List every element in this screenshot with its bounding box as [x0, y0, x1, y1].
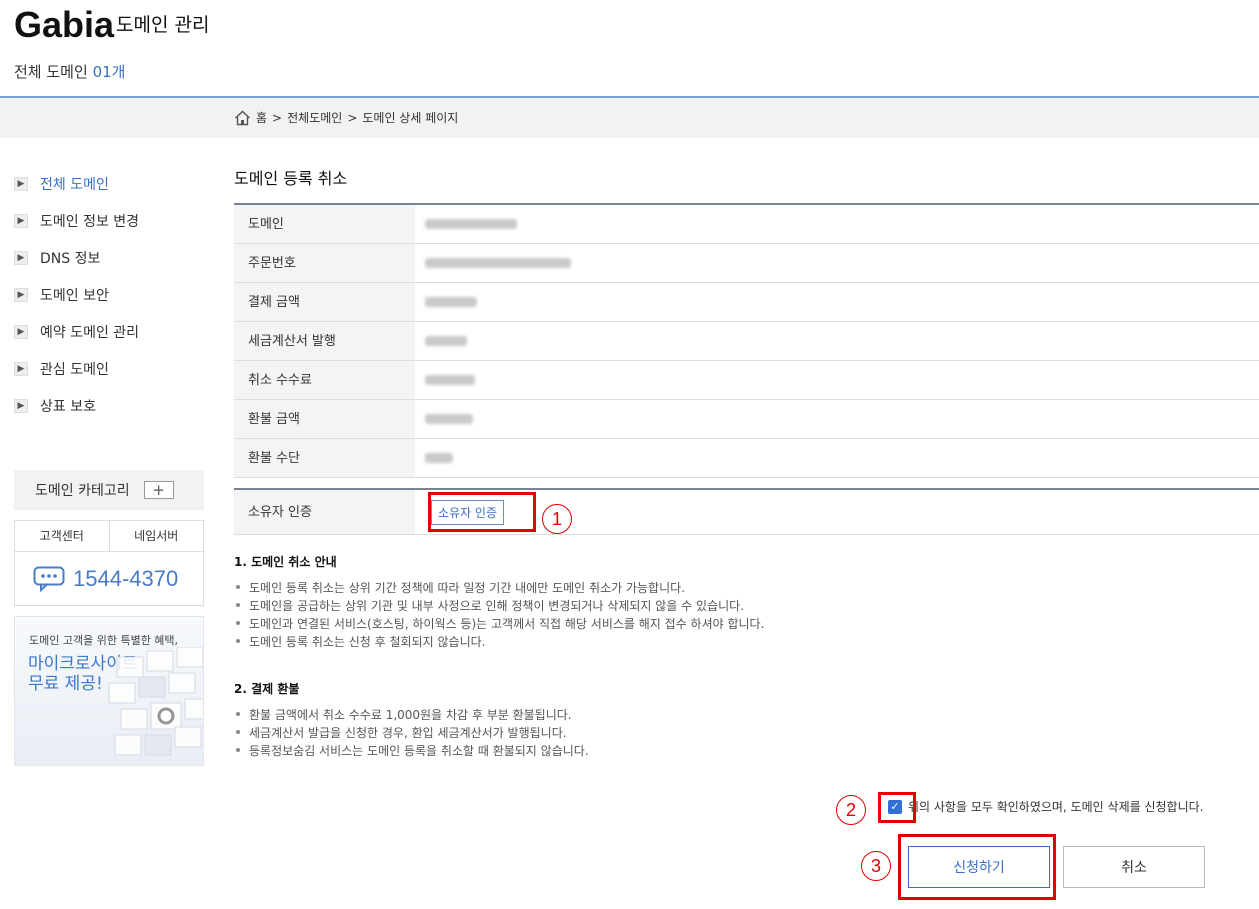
- highlight-box-checkbox: [878, 792, 916, 823]
- sidebar-item-label: 도메인 보안: [40, 287, 109, 304]
- chevron-right-icon: ▶: [14, 176, 28, 191]
- step-marker-3: 3: [861, 851, 891, 881]
- notice-refund-title: 2. 결제 환불: [234, 682, 300, 696]
- table-row: 취소 수수료: [234, 361, 1259, 400]
- row-value-payment-amount: [415, 283, 1259, 321]
- row-label-refund-amount: 환불 금액: [234, 400, 415, 438]
- row-value-domain: [415, 205, 1259, 243]
- row-value-order-number: [415, 244, 1259, 282]
- list-item: 환불 금액에서 취소 수수료 1,000원을 차감 후 부분 환불됩니다.: [234, 705, 589, 723]
- domain-count-value: 01개: [92, 63, 126, 81]
- app-subtitle: 도메인 관리: [116, 14, 210, 36]
- home-icon[interactable]: [234, 110, 251, 126]
- sidebar-item-dns[interactable]: ▶ DNS 정보: [14, 239, 204, 276]
- sidebar-item-watchlist[interactable]: ▶ 관심 도메인: [14, 350, 204, 387]
- breadcrumb-home[interactable]: 홈: [256, 109, 267, 126]
- list-item: 도메인을 공급하는 상위 기관 및 내부 사정으로 인해 정책이 변경되거나 삭…: [234, 596, 764, 614]
- agree-checkbox-row[interactable]: ✓ 위의 사항을 모두 확인하였으며, 도메인 삭제를 신청합니다.: [888, 798, 1203, 815]
- owner-verify-label: 소유자 인증: [234, 490, 415, 534]
- breadcrumb: 홈 > 전체도메인 > 도메인 상세 페이지: [234, 109, 458, 126]
- chevron-right-icon: ▶: [14, 287, 28, 302]
- list-item: 세금계산서 발급을 신청한 경우, 환입 세금계산서가 발행됩니다.: [234, 723, 589, 741]
- tab-customer-center[interactable]: 고객센터: [15, 521, 109, 551]
- notice-refund: 2. 결제 환불 환불 금액에서 취소 수수료 1,000원을 차감 후 부분 …: [234, 680, 589, 759]
- microsite-promo-banner[interactable]: 도메인 고객을 위한 특별한 혜택, 마이크로사이트 무료 제공!: [14, 616, 204, 766]
- promo-tagline: 도메인 고객을 위한 특별한 혜택,: [29, 634, 179, 647]
- sidebar-menu: ▶ 전체 도메인 ▶ 도메인 정보 변경 ▶ DNS 정보 ▶ 도메인 보안 ▶ 예약 도…: [14, 165, 204, 424]
- customer-service-box: 고객센터 네임서버 1544-4370: [14, 520, 204, 606]
- table-row: 환불 수단: [234, 439, 1259, 478]
- breadcrumb-bar: 홈 > 전체도메인 > 도메인 상세 페이지: [0, 98, 1259, 138]
- table-row: 세금계산서 발행: [234, 322, 1259, 361]
- domain-count-label: 전체 도메인: [14, 63, 88, 81]
- highlight-box-owner-verify: [428, 492, 536, 532]
- row-label-payment-amount: 결제 금액: [234, 283, 415, 321]
- cancellation-info-table: 도메인 주문번호 결제 금액 세금계산서 발행 취소 수수료 환불 금액 환불 …: [234, 203, 1259, 478]
- chevron-right-icon: ▶: [14, 324, 28, 339]
- owner-verification-table: 소유자 인증 소유자 인증: [234, 488, 1259, 535]
- chevron-right-icon: ▶: [14, 398, 28, 413]
- breadcrumb-current: 도메인 상세 페이지: [362, 111, 459, 125]
- sidebar-item-label: 예약 도메인 관리: [40, 324, 140, 341]
- list-item: 등록정보숨김 서비스는 도메인 등록을 취소할 때 환불되지 않습니다.: [234, 741, 589, 759]
- owner-verify-value: 소유자 인증: [415, 490, 1259, 534]
- row-label-domain: 도메인: [234, 205, 415, 243]
- sidebar-item-domain-info[interactable]: ▶ 도메인 정보 변경: [14, 202, 204, 239]
- row-value-refund-method: [415, 439, 1259, 477]
- table-row: 환불 금액: [234, 400, 1259, 439]
- sidebar-item-security[interactable]: ▶ 도메인 보안: [14, 276, 204, 313]
- sidebar-item-label: 관심 도메인: [40, 361, 109, 378]
- cs-tabs: 고객센터 네임서버: [15, 521, 203, 552]
- row-label-refund-method: 환불 수단: [234, 439, 415, 477]
- step-marker-1: 1: [542, 504, 572, 534]
- add-category-button[interactable]: +: [143, 481, 174, 499]
- sidebar-item-trademark[interactable]: ▶ 상표 보호: [14, 387, 204, 424]
- cancel-button[interactable]: 취소: [1063, 846, 1205, 888]
- notice-cancel-guide: 1. 도메인 취소 안내 도메인 등록 취소는 상위 기간 정책에 따라 일정 …: [234, 553, 764, 650]
- list-item: 도메인 등록 취소는 신청 후 철회되지 않습니다.: [234, 632, 764, 650]
- sidebar-item-label: DNS 정보: [40, 250, 101, 267]
- sidebar-item-all-domains[interactable]: ▶ 전체 도메인: [14, 165, 204, 202]
- row-value-tax-invoice: [415, 322, 1259, 360]
- breadcrumb-all-domains[interactable]: 전체도메인: [287, 109, 342, 126]
- row-label-cancel-fee: 취소 수수료: [234, 361, 415, 399]
- cs-phone-number: 1544-4370: [73, 566, 179, 591]
- tab-nameserver[interactable]: 네임서버: [108, 521, 204, 551]
- breadcrumb-separator: >: [347, 110, 358, 125]
- row-value-refund-amount: [415, 400, 1259, 438]
- table-row: 도메인: [234, 205, 1259, 244]
- row-label-order-number: 주문번호: [234, 244, 415, 282]
- microsite-preview-image: [108, 647, 203, 756]
- step-marker-2: 2: [836, 795, 866, 825]
- table-row: 결제 금액: [234, 283, 1259, 322]
- cs-phone: 1544-4370: [15, 552, 203, 606]
- chat-bubble-icon: [33, 566, 65, 592]
- table-row: 소유자 인증 소유자 인증: [234, 490, 1259, 535]
- chevron-right-icon: ▶: [14, 361, 28, 376]
- domain-count: 전체 도메인 01개: [14, 61, 125, 82]
- table-row: 주문번호: [234, 244, 1259, 283]
- highlight-box-submit: [898, 834, 1056, 900]
- domain-category: 도메인 카테고리 +: [14, 470, 204, 510]
- sidebar-item-label: 도메인 정보 변경: [40, 213, 140, 230]
- agree-text: 위의 사항을 모두 확인하였으며, 도메인 삭제를 신청합니다.: [908, 800, 1204, 814]
- page-title: 도메인 등록 취소: [234, 169, 348, 188]
- row-label-tax-invoice: 세금계산서 발행: [234, 322, 415, 360]
- sidebar-item-label: 상표 보호: [40, 398, 96, 415]
- gabia-logo[interactable]: Gabia: [14, 4, 114, 46]
- breadcrumb-separator: >: [272, 110, 283, 125]
- chevron-right-icon: ▶: [14, 250, 28, 265]
- list-item: 도메인 등록 취소는 상위 기간 정책에 따라 일정 기간 내에만 도메인 취소…: [234, 578, 764, 596]
- chevron-right-icon: ▶: [14, 213, 28, 228]
- sidebar-item-reserved[interactable]: ▶ 예약 도메인 관리: [14, 313, 204, 350]
- row-value-cancel-fee: [415, 361, 1259, 399]
- sidebar-item-label: 전체 도메인: [40, 176, 109, 193]
- list-item: 도메인과 연결된 서비스(호스팅, 하이웍스 등)는 고객께서 직접 해당 서비…: [234, 614, 764, 632]
- domain-category-label: 도메인 카테고리: [35, 483, 130, 499]
- notice-cancel-title: 1. 도메인 취소 안내: [234, 555, 337, 569]
